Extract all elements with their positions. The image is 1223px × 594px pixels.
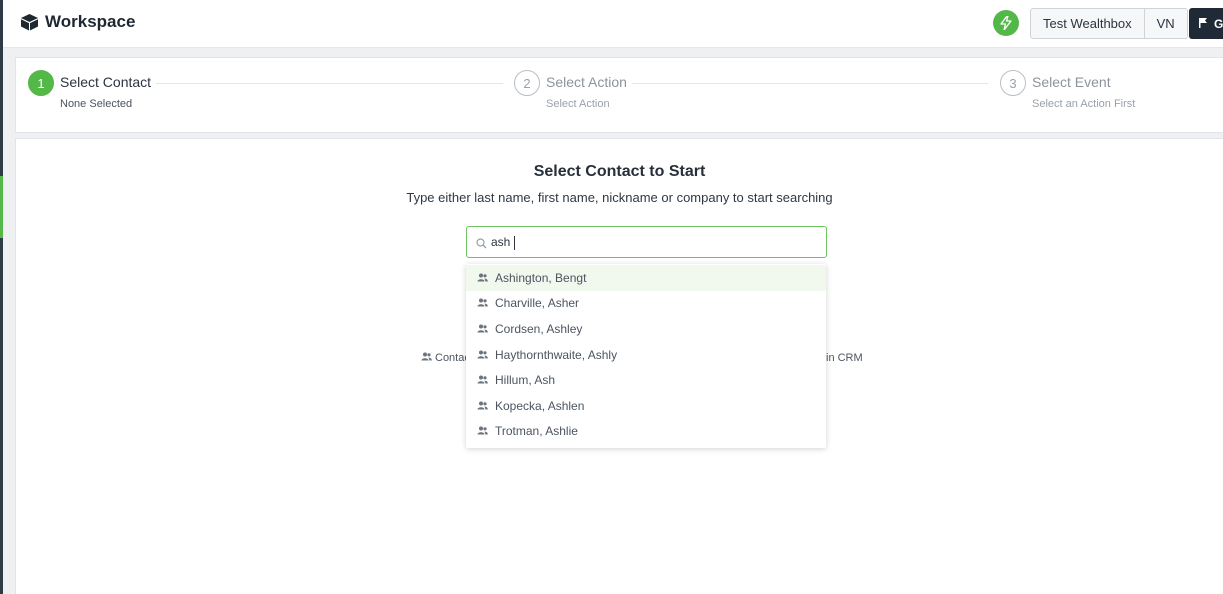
step-connector — [632, 83, 988, 84]
cube-logo-icon — [20, 13, 39, 31]
suggestion-item[interactable]: Ashington, Bengt — [466, 265, 826, 291]
left-rail — [0, 0, 3, 594]
step-number: 2 — [514, 70, 540, 96]
suggestion-label: Kopecka, Ashlen — [495, 398, 585, 413]
contact-suggestions-dropdown: Ashington, Bengt Charville, Asher Cordse… — [466, 264, 826, 448]
hint-right-label: in CRM — [826, 352, 863, 364]
suggestion-item[interactable]: Haythornthwaite, Ashly — [466, 342, 826, 368]
step-title: Select Event — [1032, 74, 1111, 90]
contact-icon — [477, 424, 488, 438]
contact-search-input[interactable] — [491, 231, 811, 253]
contact-icon — [477, 399, 488, 413]
hint-left-label: Contac — [435, 352, 470, 364]
suggestion-item[interactable]: Hillum, Ash — [466, 367, 826, 393]
suggestion-item[interactable]: Trotman, Ashlie — [466, 419, 826, 445]
top-bar: Workspace Test Wealthbox VN G — [3, 0, 1223, 48]
step-number: 1 — [28, 70, 54, 96]
step-progress: 1 Select Contact None Selected 2 Select … — [15, 57, 1223, 133]
test-wealthbox-button[interactable]: Test Wealthbox — [1031, 9, 1144, 38]
step-title: Select Action — [546, 74, 627, 90]
lightning-bolt-icon[interactable] — [993, 10, 1019, 36]
contact-icon — [477, 373, 488, 387]
contact-icon — [477, 322, 488, 336]
get-started-button[interactable]: G — [1189, 8, 1223, 39]
search-icon — [476, 236, 487, 254]
left-rail-accent — [0, 176, 3, 238]
step-number: 3 — [1000, 70, 1026, 96]
flag-icon — [1198, 17, 1208, 31]
contact-search-box[interactable] — [466, 226, 827, 258]
page-subtitle: Type either last name, first name, nickn… — [406, 190, 833, 205]
header-button-group: Test Wealthbox VN — [1030, 8, 1188, 39]
contact-icon — [477, 271, 488, 285]
step-subtitle: Select an Action First — [1032, 98, 1136, 110]
suggestion-label: Haythornthwaite, Ashly — [495, 347, 618, 362]
suggestion-item[interactable]: Charville, Asher — [466, 291, 826, 317]
step-subtitle: None Selected — [60, 98, 133, 110]
suggestion-label: Charville, Asher — [495, 296, 580, 311]
contact-icon — [421, 352, 432, 364]
step-title: Select Contact — [60, 74, 152, 90]
suggestion-label: Cordsen, Ashley — [495, 321, 583, 336]
user-initials-button[interactable]: VN — [1143, 9, 1187, 38]
page-title: Select Contact to Start — [533, 163, 706, 180]
brand[interactable]: Workspace — [20, 12, 135, 32]
contact-icon — [477, 296, 488, 310]
step-connector — [156, 83, 503, 84]
suggestion-item[interactable]: Kopecka, Ashlen — [466, 393, 826, 419]
suggestion-label: Trotman, Ashlie — [495, 424, 578, 439]
contact-icon — [477, 348, 488, 362]
suggestion-label: Ashington, Bengt — [495, 270, 587, 285]
text-caret — [514, 236, 515, 250]
suggestion-item[interactable]: Cordsen, Ashley — [466, 316, 826, 342]
step-subtitle: Select Action — [546, 98, 610, 110]
app-title: Workspace — [45, 12, 136, 31]
hint-right: in CRM — [826, 352, 863, 364]
hint-left: Contac — [421, 352, 470, 364]
get-started-label: G — [1214, 16, 1223, 31]
suggestion-label: Hillum, Ash — [495, 373, 556, 388]
